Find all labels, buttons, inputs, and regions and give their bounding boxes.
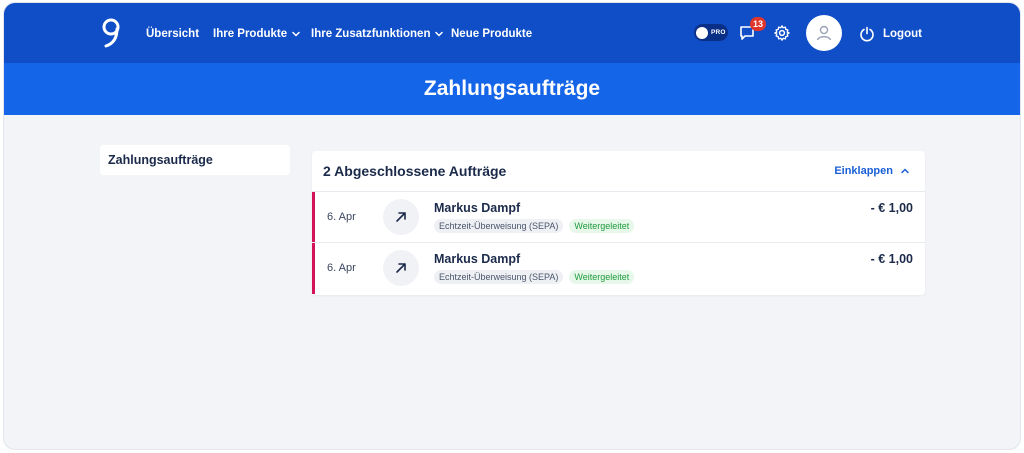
logo-icon[interactable]	[100, 17, 122, 49]
user-icon	[816, 25, 832, 41]
pro-toggle[interactable]: PRO	[694, 24, 728, 41]
nav-item-additional-features[interactable]: Ihre Zusatzfunktionen	[311, 25, 444, 43]
nav-item-label: Ihre Zusatzfunktionen	[311, 28, 431, 40]
nav-item-label: Ihre Produkte	[213, 28, 288, 40]
payment-method-tag: Echtzeit-Überweisung (SEPA)	[434, 270, 564, 284]
row-accent-bar	[312, 192, 315, 242]
nav-item-new-products[interactable]: Neue Produkte	[451, 25, 532, 43]
top-navigation: Übersicht Ihre Produkte Ihre Zusatzfunkt…	[4, 3, 1020, 63]
recipient-name: Markus Dampf	[434, 201, 521, 215]
pro-label: PRO	[711, 29, 726, 36]
tag-group: Echtzeit-Überweisung (SEPA) Weitergeleit…	[434, 270, 635, 284]
outgoing-arrow-icon	[383, 199, 419, 235]
row-accent-bar	[312, 243, 315, 294]
collapse-button[interactable]: Einklappen	[834, 165, 909, 177]
card-title: 2 Abgeschlossene Aufträge	[323, 163, 507, 179]
order-row[interactable]: 6. Apr Markus Dampf Echtzeit-Überweisung…	[312, 243, 925, 294]
order-row[interactable]: 6. Apr Markus Dampf Echtzeit-Überweisung…	[312, 192, 925, 243]
payment-method-tag: Echtzeit-Überweisung (SEPA)	[434, 219, 564, 233]
chevron-up-icon	[901, 168, 909, 174]
tag-group: Echtzeit-Überweisung (SEPA) Weitergeleit…	[434, 219, 635, 233]
collapse-label: Einklappen	[834, 165, 893, 177]
order-amount: - € 1,00	[870, 252, 913, 266]
nav-item-label: Übersicht	[146, 28, 200, 40]
outgoing-arrow-icon	[383, 250, 419, 286]
page-banner: Zahlungsaufträge	[4, 63, 1020, 115]
nav-item-products[interactable]: Ihre Produkte	[213, 25, 300, 43]
orders-card: 2 Abgeschlossene Aufträge Einklappen 6. …	[312, 151, 925, 295]
power-icon	[860, 26, 874, 42]
page-title: Zahlungsaufträge	[423, 77, 601, 100]
avatar[interactable]	[806, 15, 842, 51]
card-header: 2 Abgeschlossene Aufträge Einklappen	[312, 151, 925, 192]
toggle-knob	[696, 26, 708, 39]
nav-item-label: Neue Produkte	[451, 28, 533, 40]
gear-icon[interactable]	[773, 24, 791, 42]
recipient-name: Markus Dampf	[434, 252, 521, 266]
status-badge: Weitergeleitet	[569, 270, 635, 284]
app-window: Übersicht Ihre Produkte Ihre Zusatzfunkt…	[3, 2, 1021, 450]
chevron-down-icon	[292, 31, 300, 37]
logout-button[interactable]: Logout	[859, 25, 922, 43]
sidebar-item-payment-orders[interactable]: Zahlungsaufträge	[100, 145, 290, 175]
order-date: 6. Apr	[327, 262, 356, 274]
chevron-down-icon	[435, 31, 444, 37]
sidebar-item-label: Zahlungsaufträge	[108, 153, 213, 167]
logout-label: Logout	[883, 28, 922, 40]
status-badge: Weitergeleitet	[569, 219, 635, 233]
order-amount: - € 1,00	[870, 201, 913, 215]
order-date: 6. Apr	[327, 211, 356, 223]
nav-item-overview[interactable]: Übersicht	[146, 25, 199, 43]
messages-badge: 13	[750, 17, 767, 31]
